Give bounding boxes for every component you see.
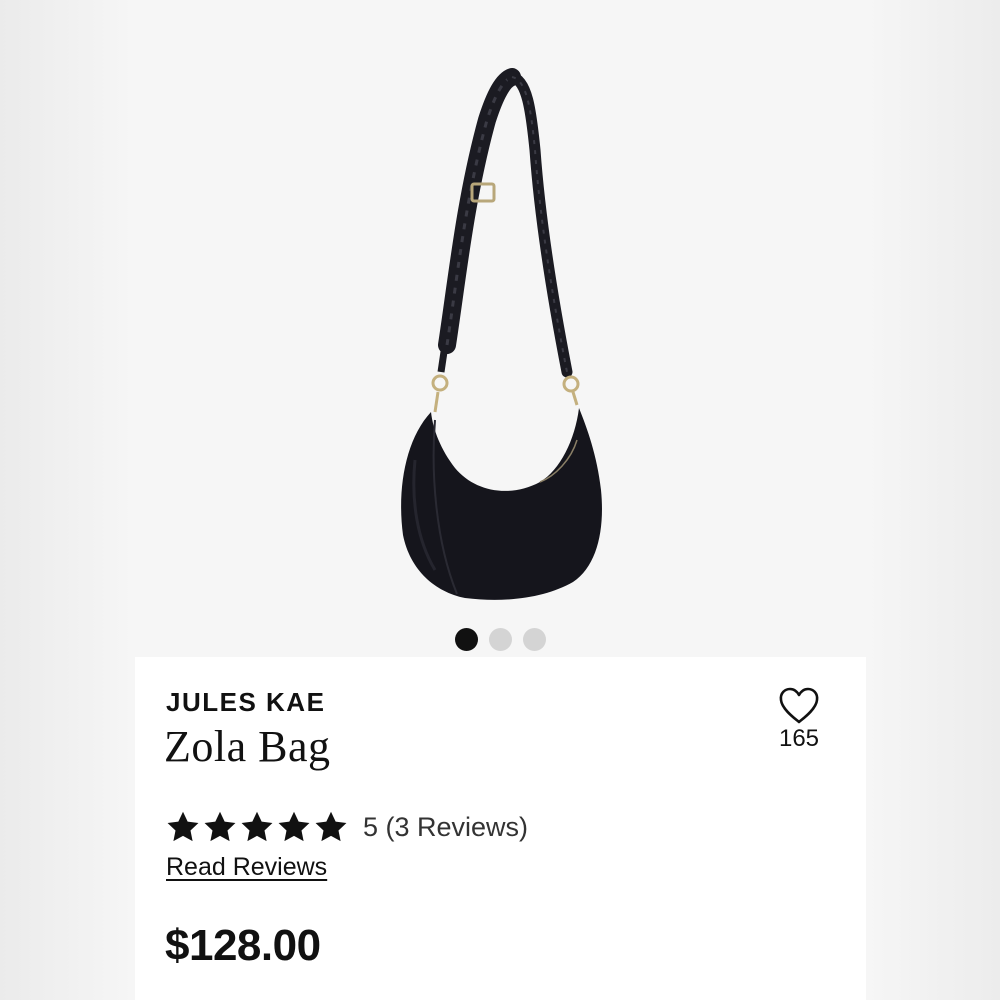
read-reviews-link[interactable]: Read Reviews [166, 853, 327, 882]
product-brand[interactable]: JULES KAE [166, 687, 325, 718]
rating-stars [165, 809, 349, 845]
bag-body [401, 408, 602, 600]
product-info: JULES KAE Zola Bag 165 5 (3 Reviews) Rea… [135, 657, 866, 1000]
star-icon [315, 811, 347, 842]
favorite-button[interactable]: 165 [769, 687, 829, 753]
product-price: $128.00 [165, 921, 321, 970]
product-card: JULES KAE Zola Bag 165 5 (3 Reviews) Rea… [135, 0, 866, 1000]
favorite-count: 165 [778, 725, 820, 752]
star-icon [167, 811, 199, 842]
star-icon [278, 811, 310, 842]
carousel-dot-2[interactable] [489, 628, 512, 651]
rating-summary: 5 (3 Reviews) [363, 811, 529, 842]
product-image[interactable] [135, 0, 866, 620]
carousel-dot-3[interactable] [523, 628, 546, 651]
carousel-dot-1[interactable] [455, 628, 478, 651]
rating-row: 5 (3 Reviews) [165, 809, 528, 845]
star-icon [204, 811, 236, 842]
carousel-dots [135, 628, 866, 651]
bag-strap [431, 68, 580, 413]
product-gallery[interactable] [135, 0, 866, 657]
heart-outline-icon[interactable] [778, 687, 820, 725]
star-icon [241, 811, 273, 842]
product-title: Zola Bag [164, 722, 331, 771]
